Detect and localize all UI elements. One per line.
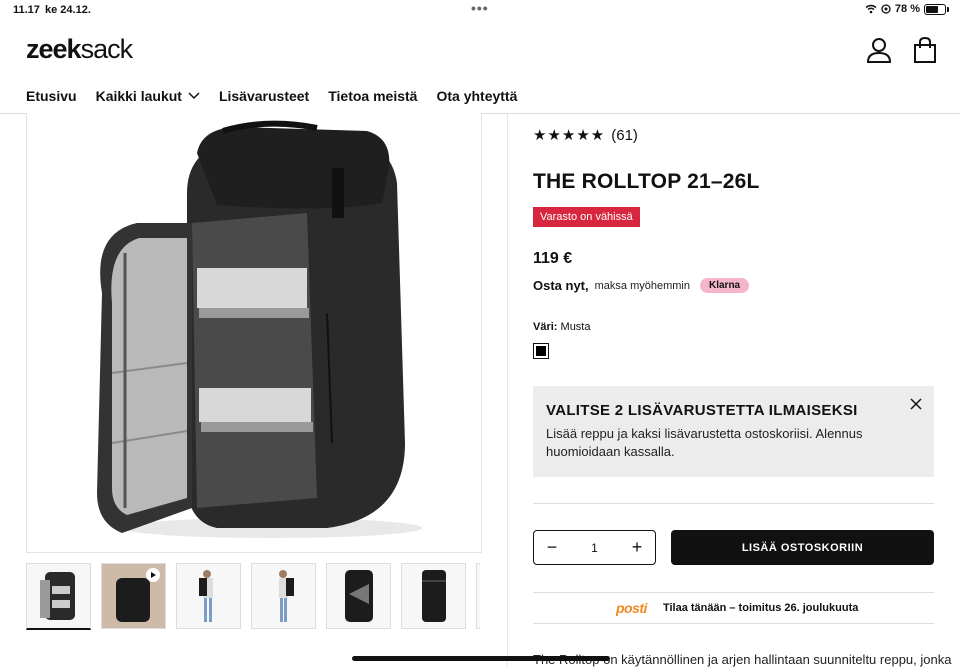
battery-percent: 78 % [894,3,920,15]
pay-later-text: maksa myöhemmin [594,279,690,292]
shipping-text: Tilaa tänään – toimitus 26. joulukuuta [662,602,859,614]
multitask-dots[interactable]: ••• [471,0,489,16]
site-logo[interactable]: zeeksack [26,34,134,65]
column-divider [507,113,508,667]
pay-now-text: Osta nyt, [533,278,589,293]
thumbnail[interactable] [401,563,466,629]
color-label: Väri: [533,321,558,333]
account-icon[interactable] [865,36,893,64]
nav-contact[interactable]: Ota yhteyttä [436,88,517,104]
color-label-row: Väri: Musta [533,321,591,333]
posti-logo: posti [616,600,647,616]
divider [533,623,934,624]
thumbnail-strip [26,563,480,630]
increase-quantity-button[interactable]: + [619,537,655,558]
divider [533,503,934,504]
promo-banner: VALITSE 2 LISÄVARUSTETTA ILMAISEKSI Lisä… [533,386,934,477]
nav-about[interactable]: Tietoa meistä [328,88,417,104]
product-price: 119 € [533,250,573,267]
status-right: 78 % [865,3,949,15]
main-nav: Etusivu Kaikki laukut Lisävarusteet Tiet… [26,88,517,104]
product-title: THE ROLLTOP 21–26L [533,170,760,193]
quantity-stepper: − 1 + [533,530,656,565]
decrease-quantity-button[interactable]: − [534,537,570,558]
nav-all-bags[interactable]: Kaikki laukut [96,88,200,104]
shipping-info: posti Tilaa tänään – toimitus 26. jouluk… [616,600,858,616]
logo-rest: sack [80,34,134,64]
promo-text: Lisää reppu ja kaksi lisävarustetta osto… [546,426,863,459]
status-time: 11.17 [13,4,40,16]
thumbnail[interactable] [26,563,91,630]
location-icon [881,4,891,14]
divider [533,592,934,593]
close-icon[interactable] [908,396,924,412]
wifi-icon [865,4,877,14]
star-rating-icon: ★★★★★ [533,127,606,144]
thumbnail[interactable] [176,563,241,629]
thumbnail[interactable] [326,563,391,629]
battery-icon [924,3,949,15]
nav-accessories[interactable]: Lisävarusteet [219,88,309,104]
color-swatch-black[interactable] [533,343,549,359]
thumbnail[interactable] [251,563,316,629]
swatch-fill [536,346,546,356]
logo-bold: zeek [26,34,82,64]
promo-title: VALITSE 2 LISÄVARUSTETTA ILMAISEKSI [546,402,858,419]
color-value: Musta [560,321,591,333]
product-main-image[interactable] [26,113,482,553]
status-bar: 11.17 ke 24.12. ••• 78 % [0,0,960,20]
status-date: ke 24.12. [45,4,91,16]
stock-badge: Varasto on vähissä [533,207,640,227]
add-to-cart-button[interactable]: LISÄÄ OSTOSKORIIN [671,530,934,565]
thumbnail-video[interactable] [101,563,166,629]
product-rating[interactable]: ★★★★★ (61) [533,126,638,145]
nav-home[interactable]: Etusivu [26,88,77,104]
shopping-bag-icon[interactable] [912,36,938,64]
review-count: (61) [611,126,638,144]
quantity-value[interactable]: 1 [591,541,598,555]
pay-later-row: Osta nyt, maksa myöhemmin Klarna [533,278,750,293]
nav-all-bags-label: Kaikki laukut [95,88,182,104]
backpack-image [97,120,422,538]
thumbnail[interactable] [476,563,480,629]
home-indicator[interactable] [352,656,610,661]
chevron-down-icon [188,92,200,100]
klarna-badge[interactable]: Klarna [699,278,750,293]
